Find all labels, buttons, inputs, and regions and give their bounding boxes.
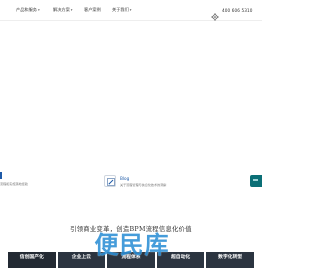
card-description: 流程和实施落地经验 [0,182,28,186]
blog-card[interactable]: Blog 关于流程管理与信息化技术的洞察 [104,174,194,190]
phone-contact[interactable]: 400 606 5310 [211,5,253,21]
chevron-down-icon: ▾ [70,8,73,12]
blog-description: 关于流程管理与信息化技术的洞察 [120,183,167,187]
tab-xinchuang[interactable]: 信创国产化 [8,252,56,268]
chevron-down-icon: ▾ [129,8,132,12]
nav-item-label: 产品和服务 [16,7,37,12]
chevron-down-icon: ▾ [37,8,40,12]
phone-gear-icon [211,6,219,21]
nav-item-about[interactable]: 关于我们▾ [112,7,131,13]
nav-item-label: 关于我们 [112,7,129,12]
watermark-logo: 便民库 [94,231,170,259]
top-navigation-bar: 产品和服务▾ 解决方案▾ 客户案例 关于我们▾ 400 606 5310 [0,0,262,21]
nav-item-products[interactable]: 产品和服务▾ [16,7,40,13]
nav-item-label: 解决方案 [53,7,70,12]
tab-digital-transformation[interactable]: 数字化转型 [206,252,254,268]
blog-icon [104,175,116,187]
phone-number: 400 606 5310 [222,7,253,13]
blog-title: Blog [120,176,130,181]
side-floating-tab[interactable] [250,175,262,187]
nav-item-solutions[interactable]: 解决方案▾ [53,7,72,13]
arrow-icon [253,179,258,181]
hero-banner [0,21,262,194]
card-accent-bar [0,172,2,179]
nav-item-label: 客户案例 [84,7,101,12]
nav-item-cases[interactable]: 客户案例 [84,7,101,13]
feature-card-left[interactable]: 流程和实施落地经验 [0,172,70,190]
